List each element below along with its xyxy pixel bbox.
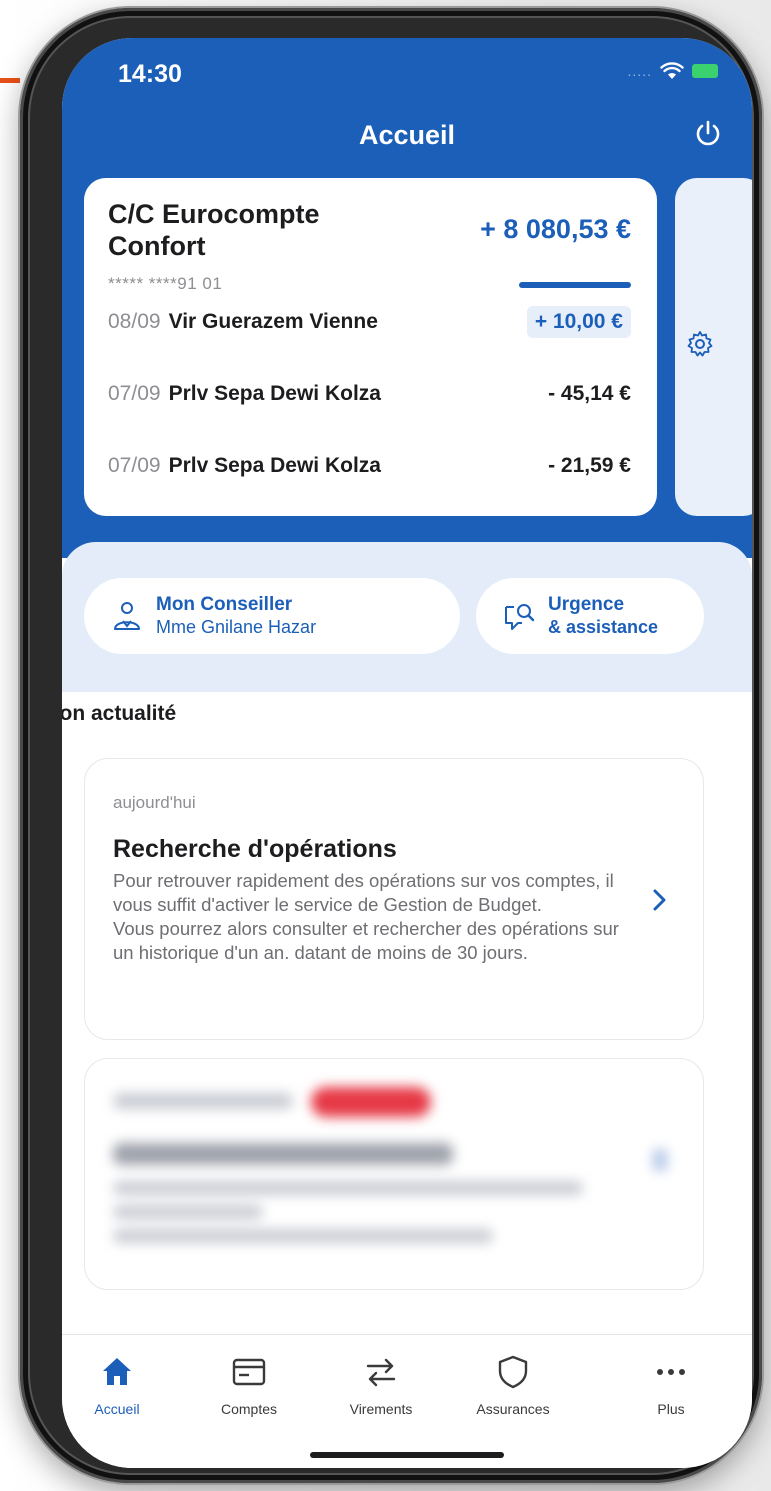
tab-label: Plus [657, 1401, 685, 1417]
home-icon [103, 1358, 131, 1385]
advisor-title: Mon Conseiller [156, 594, 293, 615]
status-time: 14:30 [118, 60, 182, 88]
blurred-news-card[interactable] [84, 1058, 704, 1290]
transaction-amount: - 45,14 € [548, 382, 631, 405]
transaction-label: Prlv Sepa Dewi Kolza [168, 454, 381, 477]
chevron-right-icon [653, 889, 666, 911]
transaction-row[interactable]: 07/09 Prlv Sepa Dewi Kolza - 45,14 € [108, 374, 631, 414]
app-screen: 14:30 ..... Accueil C/C Eurocompte Confo… [62, 38, 752, 1468]
account-number: ***** ****91 01 [108, 274, 223, 293]
tab-label: Comptes [220, 1401, 278, 1417]
tab-label: Assurances [476, 1401, 550, 1417]
home-indicator [310, 1452, 504, 1458]
transaction-row[interactable]: 08/09 Vir Guerazem Vienne + 10,00 € [108, 302, 631, 342]
transaction-label: Prlv Sepa Dewi Kolza [168, 382, 381, 405]
tab-virements[interactable]: Virements [326, 1353, 436, 1417]
urgence-subtitle: & assistance [548, 617, 659, 637]
news-date: aujourd'hui [113, 793, 196, 812]
tab-plus[interactable]: Plus [616, 1353, 726, 1417]
chat-search-icon [505, 604, 535, 630]
tab-label: Virements [349, 1401, 413, 1417]
tab-bar: Accueil Comptes Virements Assurances Plu… [62, 1334, 752, 1468]
page-title: Accueil [358, 120, 456, 150]
advisor-name: Mme Gnilane Hazar [156, 617, 317, 637]
status-icons: ..... [628, 62, 718, 80]
card-icon [232, 1358, 266, 1386]
corner-accent [0, 78, 20, 83]
account-indicator-bar [519, 282, 631, 288]
urgence-title: Urgence [548, 594, 625, 615]
transaction-amount: + 10,00 € [526, 306, 631, 338]
tab-comptes[interactable]: Comptes [194, 1353, 304, 1417]
transaction-date: 07/09 [108, 454, 161, 477]
tab-assurances[interactable]: Assurances [458, 1353, 568, 1417]
chevron-right-icon [653, 1149, 667, 1171]
battery-icon [692, 64, 718, 78]
wifi-icon [660, 62, 684, 79]
transaction-date: 08/09 [108, 310, 161, 333]
transfer-arrows-icon [366, 1358, 396, 1387]
signal-icon: ..... [627, 63, 652, 79]
tab-accueil[interactable]: Accueil [62, 1353, 172, 1417]
section-title: Mon actualité [62, 702, 177, 725]
news-title: Recherche d'opérations [113, 835, 397, 863]
account-name: C/C Eurocompte Confort [108, 199, 320, 261]
power-icon[interactable] [692, 118, 724, 150]
account-card[interactable]: C/C Eurocompte Confort + 8 080,53 € ****… [84, 178, 657, 516]
transaction-row[interactable]: 07/09 Prlv Sepa Dewi Kolza - 21,59 € [108, 446, 631, 486]
badge [311, 1087, 431, 1117]
transaction-label: Vir Guerazem Vienne [168, 310, 378, 333]
transaction-amount: - 21,59 € [548, 454, 631, 477]
news-card[interactable]: aujourd'hui Recherche d'opérations Pour … [84, 758, 704, 1040]
shield-icon [498, 1355, 528, 1389]
transaction-date: 07/09 [108, 382, 161, 405]
gear-icon[interactable] [686, 330, 714, 358]
advisor-icon [114, 602, 140, 630]
tab-label: Accueil [94, 1401, 140, 1417]
more-dots-icon [657, 1369, 685, 1375]
blurred-content [85, 1059, 703, 1289]
advisor-button[interactable]: Mon Conseiller Mme Gnilane Hazar [84, 578, 460, 654]
urgence-button[interactable]: Urgence & assistance [476, 578, 704, 654]
news-body: Pour retrouver rapidement des opérations… [113, 870, 619, 963]
account-balance: + 8 080,53 € [480, 214, 631, 244]
